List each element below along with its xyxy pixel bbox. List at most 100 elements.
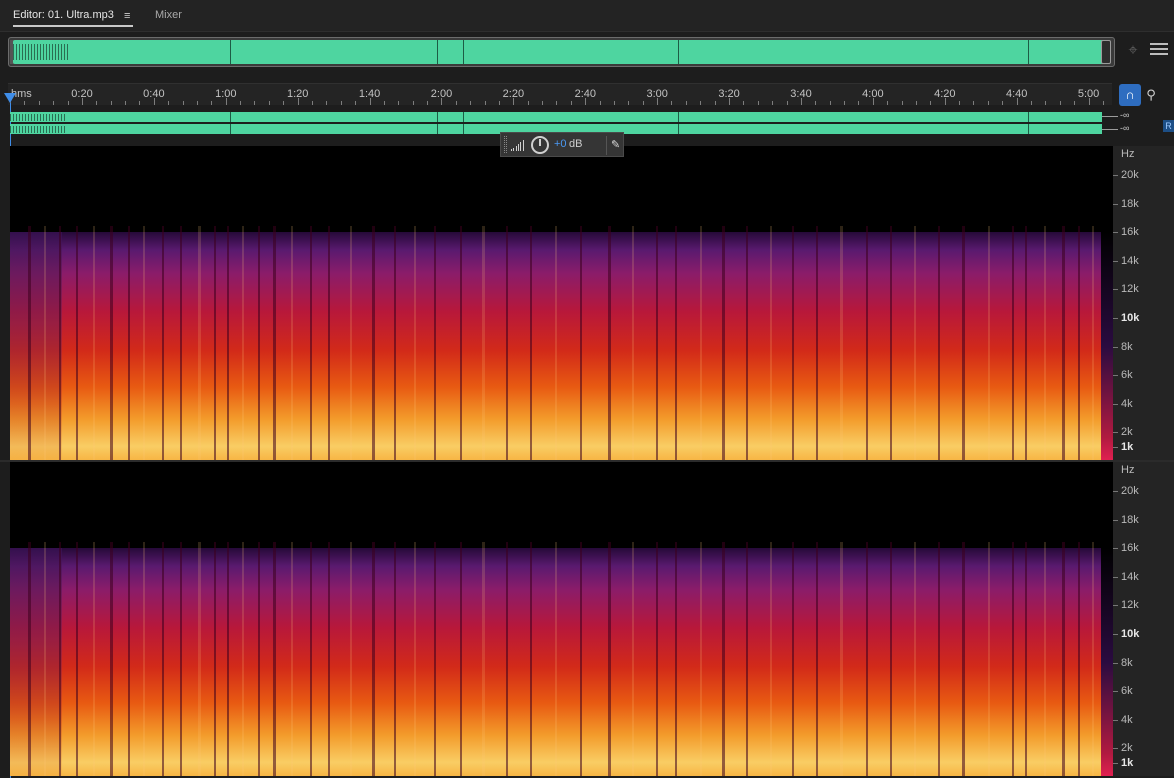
pin-icon[interactable]: ✎ xyxy=(611,138,620,151)
spectral-stripe xyxy=(460,542,462,776)
ruler-tick xyxy=(369,98,371,105)
waveform-lane-left[interactable] xyxy=(10,112,1102,122)
ruler-tick xyxy=(513,98,515,105)
spectral-display-right[interactable] xyxy=(10,462,1113,776)
spectral-stripe xyxy=(914,226,916,460)
ruler-tick xyxy=(240,101,242,105)
spectral-stripe xyxy=(866,226,868,460)
ruler-tick xyxy=(930,101,932,105)
waveform-transient xyxy=(1028,40,1029,64)
spectral-stripe xyxy=(350,542,352,776)
ruler-tick xyxy=(398,101,400,105)
playhead-marker[interactable] xyxy=(4,93,16,103)
waveform-transient xyxy=(1028,112,1029,122)
spectral-stripe xyxy=(28,542,31,776)
spectral-stripe xyxy=(1062,226,1065,460)
spectral-stripe xyxy=(816,542,818,776)
spectral-stripe xyxy=(792,226,794,460)
waveform-intro xyxy=(10,113,65,121)
frequency-label: 16k xyxy=(1121,542,1139,555)
overview-navigator[interactable] xyxy=(8,37,1115,67)
spectral-stripe xyxy=(414,542,416,776)
frequency-label: 14k xyxy=(1121,570,1139,583)
waveform-transient xyxy=(678,40,679,64)
zoom-to-fit-icon[interactable]: ⌖ xyxy=(1124,42,1142,60)
frequency-scale-right[interactable]: Hz 20k 18k 16k 14k 12k 10k 8k 6k 4k 2k 1k xyxy=(1113,462,1174,776)
spectral-stripe xyxy=(394,226,396,460)
spectral-stripe xyxy=(214,226,216,460)
spectral-stripe xyxy=(816,226,818,460)
frequency-scale-left[interactable]: Hz 20k 18k 16k 14k 12k 10k 8k 6k 4k 2k 1k xyxy=(1113,146,1174,460)
ruler-tick xyxy=(613,101,615,105)
spectral-stripe xyxy=(656,542,658,776)
frequency-label: 14k xyxy=(1121,254,1139,267)
frequency-tick xyxy=(1113,375,1118,377)
tab-menu-icon[interactable]: ≡ xyxy=(124,10,130,22)
spectral-stripe xyxy=(28,226,31,460)
frequency-label: 1k xyxy=(1121,441,1134,453)
ruler-tick xyxy=(340,101,342,105)
frequency-label: 18k xyxy=(1121,197,1139,210)
spectral-stripe xyxy=(291,226,293,460)
spectral-stripe xyxy=(44,226,46,460)
spectral-stripe xyxy=(700,226,702,460)
ruler-tick xyxy=(542,101,544,105)
overview-waveform[interactable] xyxy=(13,40,1110,64)
hud-separator xyxy=(606,136,607,155)
ruler-tick xyxy=(772,101,774,105)
spectral-stripe xyxy=(1044,542,1046,776)
spectral-stripe xyxy=(746,542,748,776)
channel-tag[interactable]: R xyxy=(1163,120,1174,132)
waveform-transient xyxy=(437,124,438,134)
panel-menu-icon[interactable] xyxy=(1150,43,1168,59)
frequency-tick xyxy=(1113,691,1118,693)
waveform-transient xyxy=(463,112,464,122)
spectral-stripe xyxy=(180,226,182,460)
spectral-stripe xyxy=(143,542,145,776)
ruler-tick xyxy=(815,101,817,105)
spectral-stripe xyxy=(434,226,436,460)
overview-right-handle[interactable] xyxy=(1101,40,1111,64)
volume-knob-icon[interactable] xyxy=(531,136,549,154)
spectral-stripe xyxy=(1078,226,1080,460)
tab-editor[interactable]: Editor: 01. Ultra.mp3 xyxy=(13,9,114,21)
time-ruler[interactable]: hms 0:20 0:40 1:00 1:20 1:40 2:00 2:20 2:40 3:00… xyxy=(8,83,1112,105)
marker-pin-icon[interactable]: ⚲ xyxy=(1144,86,1158,104)
spectral-stripe xyxy=(44,542,46,776)
spectral-stripe xyxy=(242,542,244,776)
ruler-tick xyxy=(786,101,788,105)
waveform-intro xyxy=(10,125,65,133)
ruler-tick xyxy=(872,98,874,105)
waveform-transient xyxy=(230,112,231,122)
spectral-stripe xyxy=(227,542,229,776)
frequency-label: 6k xyxy=(1121,369,1133,382)
ruler-tick xyxy=(844,101,846,105)
ruler-tick xyxy=(53,101,55,105)
ruler-tick xyxy=(139,101,141,105)
ruler-tick xyxy=(484,101,486,105)
spectral-stripe xyxy=(506,542,508,776)
ruler-tick xyxy=(800,98,802,105)
ruler-tick xyxy=(829,101,831,105)
tab-mixer[interactable]: Mixer xyxy=(155,9,182,21)
spectral-stripe xyxy=(1062,542,1065,776)
hud-gain-value[interactable]: +0 xyxy=(554,138,567,150)
ruler-tick xyxy=(96,101,98,105)
volume-hud[interactable]: +0 dB ✎ xyxy=(500,132,624,157)
frequency-tick xyxy=(1113,634,1118,635)
spectral-stripe xyxy=(394,542,396,776)
frequency-tick xyxy=(1113,576,1118,578)
spectral-display-left[interactable] xyxy=(10,146,1113,460)
spectral-stripe xyxy=(555,542,557,776)
frequency-unit-label: Hz xyxy=(1121,464,1135,476)
ruler-tick xyxy=(498,101,500,105)
ruler-tick xyxy=(182,101,184,105)
spectral-stripe xyxy=(656,226,658,460)
spectral-stripe xyxy=(632,226,634,460)
spectral-stripe xyxy=(482,226,485,460)
ruler-tick xyxy=(959,101,961,105)
hud-grip[interactable] xyxy=(504,136,507,153)
spectral-stripe xyxy=(372,226,375,460)
spectral-stripe xyxy=(242,226,244,460)
magnet-snap-icon[interactable]: ∩ xyxy=(1119,84,1141,106)
